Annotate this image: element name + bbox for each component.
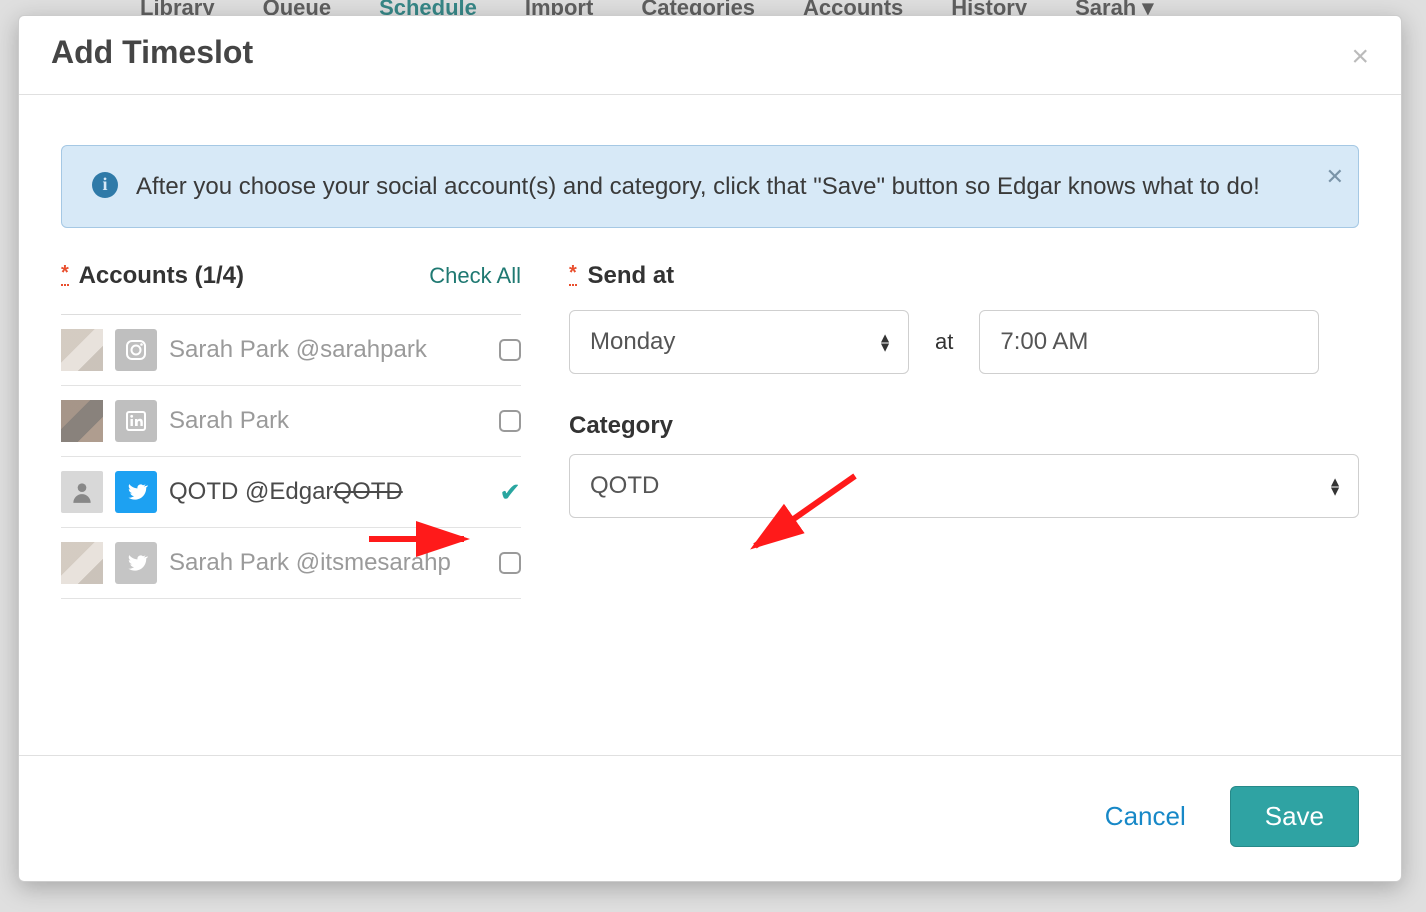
- alert-text: After you choose your social account(s) …: [136, 168, 1260, 205]
- check-all-link[interactable]: Check All: [429, 263, 521, 289]
- linkedin-icon: [115, 400, 157, 442]
- twitter-icon: [115, 471, 157, 513]
- twitter-icon: [115, 542, 157, 584]
- avatar: [61, 542, 103, 584]
- cancel-button[interactable]: Cancel: [1105, 801, 1186, 832]
- avatar: [61, 471, 103, 513]
- required-star-icon: *: [569, 262, 577, 286]
- at-label: at: [935, 329, 953, 355]
- account-name: Sarah Park: [169, 407, 487, 435]
- time-input[interactable]: 7:00 AM: [979, 310, 1319, 374]
- add-timeslot-modal: Add Timeslot × i After you choose your s…: [18, 15, 1402, 882]
- caret-updown-icon: ▲▼: [1328, 478, 1342, 495]
- sendat-label: * Send at: [569, 262, 1359, 290]
- close-icon[interactable]: ×: [1351, 42, 1369, 72]
- account-checkbox[interactable]: [499, 552, 521, 574]
- category-select[interactable]: QOTD ▲▼: [569, 454, 1359, 518]
- account-name: QOTD @EdgarQOTD: [169, 478, 487, 506]
- save-button[interactable]: Save: [1230, 786, 1359, 847]
- account-row[interactable]: Sarah Park @sarahpark: [61, 315, 521, 386]
- account-name: Sarah Park @itsmesarahp: [169, 549, 487, 577]
- alert-dismiss-icon[interactable]: ✕: [1326, 160, 1344, 194]
- info-icon: i: [92, 172, 118, 198]
- account-row[interactable]: Sarah Park: [61, 386, 521, 457]
- checkmark-icon[interactable]: ✔: [499, 477, 521, 508]
- modal-footer: Cancel Save: [19, 755, 1401, 881]
- account-checkbox[interactable]: [499, 410, 521, 432]
- caret-updown-icon: ▲▼: [878, 334, 892, 351]
- instagram-icon: [115, 329, 157, 371]
- avatar: [61, 400, 103, 442]
- account-name: Sarah Park @sarahpark: [169, 336, 487, 364]
- day-select[interactable]: Monday ▲▼: [569, 310, 909, 374]
- category-label: Category: [569, 412, 1359, 440]
- accounts-label: * Accounts (1/4): [61, 262, 244, 290]
- avatar: [61, 329, 103, 371]
- modal-header: Add Timeslot ×: [19, 16, 1401, 95]
- schedule-section: * Send at Monday ▲▼ at 7:00 AM Category …: [569, 262, 1359, 599]
- required-star-icon: *: [61, 262, 69, 286]
- modal-body: i After you choose your social account(s…: [19, 95, 1401, 755]
- modal-title: Add Timeslot: [51, 34, 253, 71]
- account-checkbox[interactable]: [499, 339, 521, 361]
- account-row[interactable]: QOTD @EdgarQOTD ✔: [61, 457, 521, 528]
- account-row[interactable]: Sarah Park @itsmesarahp: [61, 528, 521, 599]
- info-alert: i After you choose your social account(s…: [61, 145, 1359, 228]
- accounts-section: * Accounts (1/4) Check All Sarah Park @s…: [61, 262, 521, 599]
